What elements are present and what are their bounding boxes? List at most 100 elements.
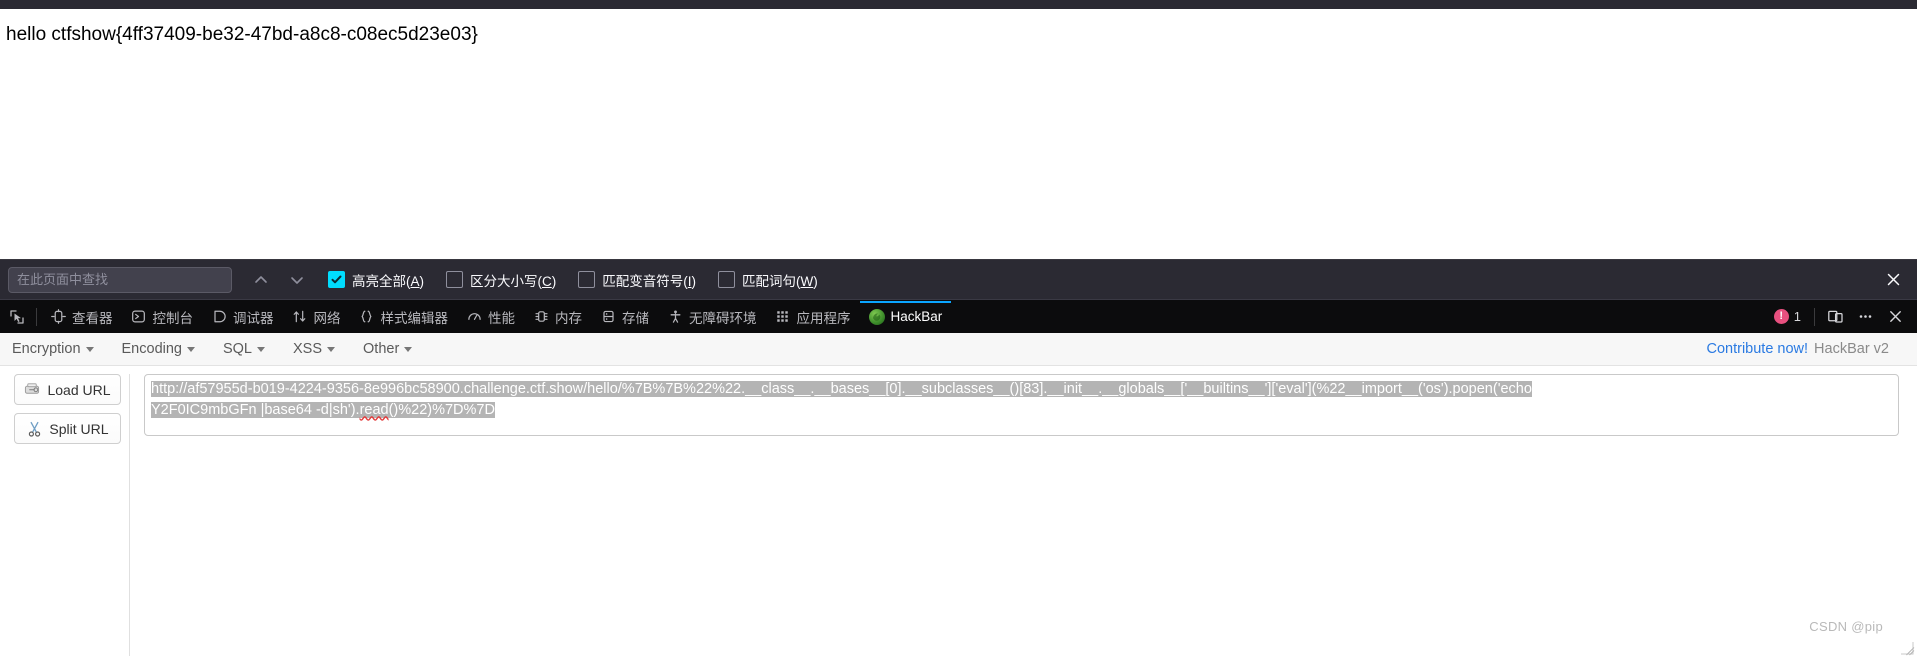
hackbar-menu-other-label: Other (363, 341, 400, 358)
element-picker-button[interactable] (2, 301, 32, 333)
hackbar-panel: Encryption Encoding SQL XSS Other Contri… (0, 333, 1917, 656)
hackbar-menu-encryption-label: Encryption (12, 341, 81, 358)
csdn-watermark: CSDN @pip (1809, 619, 1883, 634)
find-option-match-case[interactable]: 区分大小写(C) (446, 270, 556, 290)
highlight-all-checkbox[interactable] (328, 271, 345, 289)
tab-network-label: 网络 (313, 310, 341, 326)
devtools-close-icon[interactable] (1881, 303, 1909, 331)
hackbar-actions: Load URL Split URL (0, 374, 130, 656)
match-case-checkbox[interactable] (446, 271, 464, 289)
tab-application-label: 应用程序 (796, 310, 851, 326)
find-option-match-diacritics[interactable]: 匹配变音符号(I) (578, 270, 696, 290)
chevron-down-icon (85, 346, 94, 352)
hackbar-body: Load URL Split URL http://af57955d-b019-… (0, 366, 1917, 656)
performance-icon (466, 309, 482, 325)
tab-debugger[interactable]: 调试器 (202, 301, 283, 333)
split-url-button[interactable]: Split URL (14, 413, 121, 445)
chevron-down-icon (404, 346, 413, 352)
tab-inspector-label: 查看器 (72, 310, 113, 326)
storage-icon (600, 309, 616, 325)
hackbar-menu-sql[interactable]: SQL (223, 341, 279, 357)
tab-network[interactable]: 网络 (283, 301, 350, 333)
hackbar-menubar: Encryption Encoding SQL XSS Other Contri… (0, 333, 1917, 367)
load-url-button[interactable]: Load URL (14, 374, 121, 406)
find-next-icon[interactable] (286, 269, 308, 291)
hackbar-menu-encoding-label: Encoding (121, 341, 182, 358)
tab-accessibility[interactable]: 无障碍环境 (658, 301, 766, 333)
accessibility-icon (667, 309, 683, 325)
debugger-icon (211, 309, 227, 325)
url-line-2-misspelled-word: read (359, 402, 389, 419)
tab-hackbar[interactable]: HackBar (859, 300, 952, 333)
tab-inspector[interactable]: 查看器 (41, 301, 122, 333)
tab-memory[interactable]: 内存 (524, 301, 591, 333)
error-icon: ! (1773, 309, 1789, 325)
element-picker-icon (9, 309, 25, 325)
whole-words-label: 匹配词句(W) (742, 273, 818, 289)
toolbar-separator-right (1814, 307, 1815, 326)
url-line-2-text-c: ()%22)%7D%7D (388, 402, 495, 419)
url-line-1: http://af57955d-b019-4224-9356-8e996bc58… (151, 379, 1893, 400)
url-line-2: Y2F0IC9mbGFn |base64 -d|sh').read()%22)%… (151, 400, 1893, 421)
url-textarea[interactable]: http://af57955d-b019-4224-9356-8e996bc58… (144, 374, 1899, 437)
tab-memory-label: 内存 (555, 310, 582, 326)
devtools-toolbar: 查看器 控制台 调试器 网络 样式编辑器 性能 内存 存储 无障碍环境 应用程序… (0, 299, 1917, 334)
highlight-all-label: 高亮全部(A) (352, 273, 425, 289)
find-option-whole-words[interactable]: 匹配词句(W) (718, 270, 818, 290)
url-line-2-text-a: Y2F0IC9mbGFn |base64 -d|sh'). (151, 402, 360, 419)
match-case-label: 区分大小写(C) (470, 273, 557, 289)
hackbar-menu-xss[interactable]: XSS (293, 341, 349, 357)
hackbar-menu-sql-label: SQL (222, 341, 252, 358)
tab-application[interactable]: 应用程序 (766, 301, 860, 333)
tab-storage-label: 存储 (622, 310, 649, 326)
contribute-link[interactable]: Contribute now! (1706, 341, 1808, 357)
find-options: 高亮全部(A) 区分大小写(C) 匹配变音符号(I) 匹配词句(W) (328, 270, 818, 290)
url-line-1-text: http://af57955d-b019-4224-9356-8e996bc58… (151, 381, 1532, 398)
load-url-label: Load URL (47, 381, 111, 398)
find-input[interactable] (8, 266, 232, 293)
devtools-more-options-icon[interactable] (1851, 303, 1879, 331)
hackbar-favicon-icon (868, 308, 885, 325)
find-option-highlight-all[interactable]: 高亮全部(A) (328, 270, 424, 290)
hackbar-menu-encoding[interactable]: Encoding (122, 341, 209, 357)
whole-words-checkbox[interactable] (718, 271, 736, 289)
tab-hackbar-label: HackBar (890, 309, 943, 325)
console-icon (131, 309, 147, 325)
resize-grip-icon[interactable] (1897, 638, 1915, 656)
tab-console-label: 控制台 (152, 310, 194, 326)
find-close-icon[interactable] (1879, 266, 1907, 294)
chevron-down-icon (186, 346, 195, 352)
hackbar-menubar-right: Contribute now! HackBar v2 (1706, 341, 1907, 357)
find-navigation (250, 269, 308, 291)
chevron-down-icon (257, 346, 265, 352)
hackbar-version-label: HackBar v2 (1814, 341, 1889, 358)
chevron-down-icon (327, 346, 336, 352)
error-count-label: 1 (1793, 309, 1801, 325)
page-body-text: hello ctfshow{4ff37409-be32-47bd-a8c8-c0… (6, 24, 478, 45)
tab-performance[interactable]: 性能 (457, 301, 524, 333)
hackbar-menu-encryption[interactable]: Encryption (12, 341, 108, 357)
match-diacritics-label: 匹配变音符号(I) (602, 273, 697, 289)
toolbar-separator (36, 307, 37, 326)
error-count-badge[interactable]: ! 1 (1767, 309, 1808, 325)
tab-style-editor-label: 样式编辑器 (380, 310, 449, 326)
devtools-toolbar-right: ! 1 (1767, 303, 1913, 331)
responsive-design-mode-icon[interactable] (1821, 303, 1849, 331)
split-url-icon (26, 421, 42, 437)
hackbar-url-area: http://af57955d-b019-4224-9356-8e996bc58… (130, 374, 1917, 656)
tab-style-editor[interactable]: 样式编辑器 (350, 301, 458, 333)
network-icon (292, 309, 308, 325)
inspector-icon (50, 309, 66, 325)
split-url-label: Split URL (49, 420, 109, 437)
tab-console[interactable]: 控制台 (122, 301, 203, 333)
browser-chrome-strip (0, 0, 1917, 9)
tab-debugger-label: 调试器 (233, 310, 274, 326)
match-diacritics-checkbox[interactable] (578, 271, 596, 289)
tab-accessibility-label: 无障碍环境 (689, 310, 757, 326)
find-previous-icon[interactable] (250, 269, 272, 291)
tab-performance-label: 性能 (488, 310, 515, 326)
application-icon (775, 309, 791, 325)
memory-icon (533, 309, 549, 325)
hackbar-menu-other[interactable]: Other (363, 341, 426, 357)
tab-storage[interactable]: 存储 (591, 301, 658, 333)
